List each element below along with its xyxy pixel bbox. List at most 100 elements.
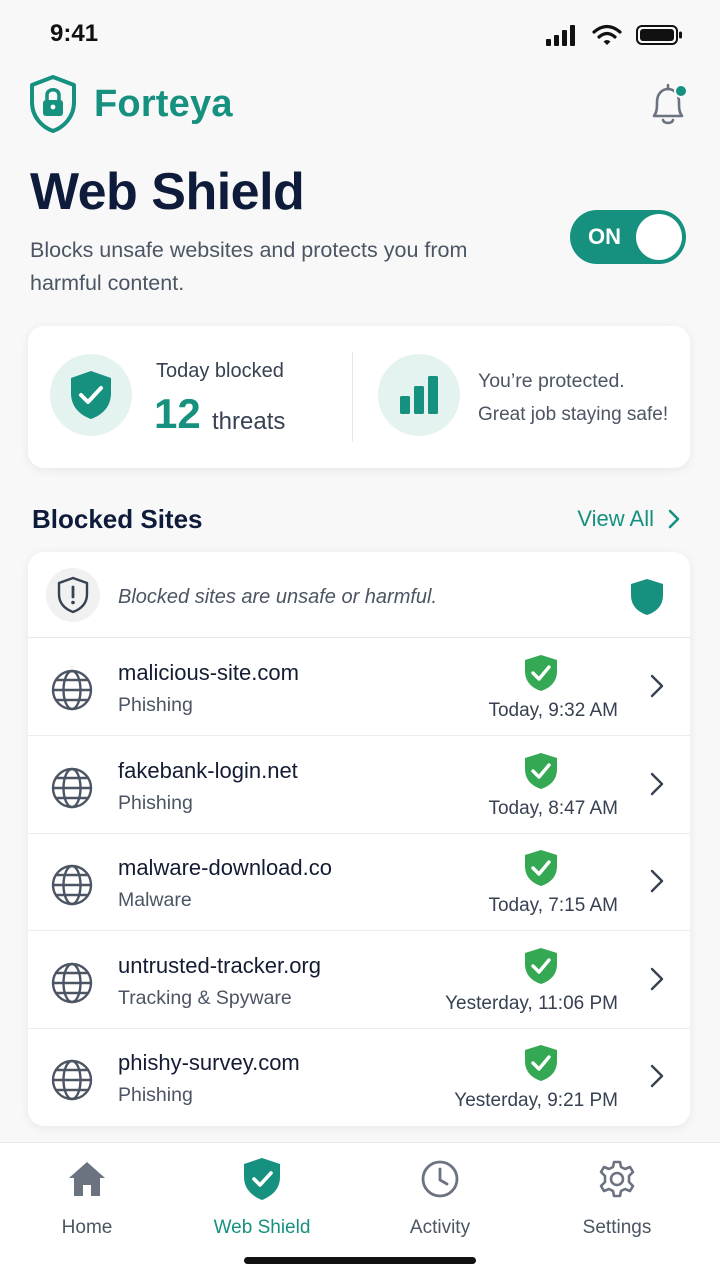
- chevron-right-icon: [650, 772, 664, 795]
- site-domain: untrusted-tracker.org: [118, 952, 321, 978]
- web-shield-toggle[interactable]: ON: [570, 210, 686, 264]
- globe-badge: [50, 1058, 94, 1107]
- site-category: Tracking & Spyware: [118, 986, 292, 1009]
- site-category: Phishing: [118, 1084, 193, 1107]
- nav-web-shield[interactable]: Web Shield: [182, 1157, 342, 1239]
- chevron-right-icon: [668, 509, 680, 529]
- blocked-info-row: Blocked sites are unsafe or harmful.: [28, 552, 690, 638]
- app-header: Forteya: [28, 74, 692, 140]
- view-all-label: View All: [577, 506, 654, 531]
- shield-lock-icon: [30, 75, 76, 133]
- blocked-stat-badge: [50, 354, 132, 436]
- brand: Forteya: [28, 74, 233, 134]
- chevron-right-icon: [650, 1065, 664, 1088]
- status-bar: 9:41: [0, 0, 720, 70]
- site-category: Phishing: [118, 694, 193, 716]
- blocked-site-row[interactable]: phishy-survey.com Phishing Yesterday, 9:21…: [28, 1028, 690, 1126]
- home-indicator: [244, 1257, 476, 1264]
- globe-icon: [51, 767, 93, 808]
- site-category: Malware: [118, 889, 192, 912]
- app-name: Forteya: [94, 82, 233, 125]
- row-chevron: [650, 772, 664, 801]
- shield-check-icon: [525, 947, 557, 984]
- row-chevron: [650, 967, 664, 996]
- info-badge: [46, 568, 100, 622]
- nav-web-shield-label: Web Shield: [213, 1217, 311, 1238]
- blocked-site-row[interactable]: fakebank-login.net Phishing Today, 8:47 AM: [28, 736, 690, 834]
- page-title: Web Shield: [30, 163, 305, 221]
- blocked-info-text: Blocked sites are unsafe or harmful.: [118, 586, 438, 608]
- blocked-site-row[interactable]: malware-download.co Malware Today, 7:15 AM: [28, 833, 690, 932]
- globe-icon: [51, 669, 93, 711]
- status-icons: [546, 24, 684, 46]
- wifi-icon: [592, 24, 622, 45]
- blocked-status: [524, 1044, 558, 1087]
- stats-card: Today blocked 12 threats You’re protecte…: [28, 326, 690, 468]
- gear-icon: [599, 1160, 635, 1198]
- nav-settings[interactable]: Settings: [537, 1157, 697, 1239]
- chevron-right-icon: [650, 674, 664, 698]
- nav-activity[interactable]: Activity: [360, 1157, 520, 1239]
- page-description: Blocks unsafe websites and protects you …: [30, 238, 468, 295]
- chevron-right-icon: [650, 869, 664, 893]
- blocked-time: Today, 7:15 AM: [488, 895, 618, 917]
- globe-badge: [50, 961, 94, 1010]
- blocked-status: [524, 654, 558, 697]
- toggle-label: ON: [588, 224, 621, 249]
- globe-icon: [51, 1060, 93, 1101]
- shield-check-icon: [244, 1158, 280, 1200]
- shield-check-icon: [525, 655, 557, 691]
- nav-home-label: Home: [61, 1217, 113, 1238]
- shield-check-icon: [525, 752, 557, 789]
- blocked-time: Yesterday, 11:06 PM: [445, 992, 618, 1014]
- protection-stat-badge: [378, 354, 460, 436]
- blocked-sites-list: Blocked sites are unsafe or harmful. mal…: [28, 552, 690, 1126]
- chevron-right-icon: [650, 967, 664, 990]
- shield-check-icon: [71, 371, 111, 419]
- protected-status: You’re protected.: [478, 370, 625, 392]
- blocked-label: Today blocked: [156, 360, 284, 382]
- blocked-time: Today, 9:32 AM: [488, 700, 618, 721]
- site-category: Phishing: [118, 791, 193, 814]
- shield-check-icon: [525, 850, 557, 887]
- protected-message: Great job staying safe!: [478, 404, 669, 425]
- signal-icon: [546, 25, 575, 46]
- view-all-link[interactable]: View All: [577, 506, 680, 532]
- site-domain: fakebank-login.net: [118, 757, 298, 783]
- globe-badge: [50, 668, 94, 717]
- toggle-knob: [636, 214, 682, 260]
- row-chevron: [650, 869, 664, 898]
- bell-icon: [652, 83, 688, 125]
- nav-home[interactable]: Home: [7, 1157, 167, 1239]
- battery-icon: [636, 25, 682, 45]
- globe-icon: [51, 864, 93, 906]
- blocked-site-row[interactable]: untrusted-tracker.org Tracking & Spyware Y…: [28, 931, 690, 1029]
- globe-badge: [50, 766, 94, 815]
- blocked-status: [524, 849, 558, 892]
- status-time: 9:41: [50, 20, 99, 47]
- stats-divider: [352, 352, 353, 442]
- blocked-count: 12: [154, 390, 201, 437]
- blocked-site-row[interactable]: malicious-site.com Phishing Today, 9:32 AM: [28, 638, 690, 736]
- site-domain: malicious-site.com: [118, 660, 299, 685]
- row-chevron: [650, 674, 664, 703]
- shield-icon: [631, 579, 663, 615]
- globe-icon: [51, 962, 93, 1003]
- blocked-unit: threats: [212, 408, 286, 435]
- home-icon: [69, 1162, 105, 1196]
- notification-button[interactable]: [646, 80, 690, 130]
- nav-activity-label: Activity: [409, 1217, 471, 1238]
- site-domain: phishy-survey.com: [118, 1050, 300, 1076]
- blocked-time: Today, 8:47 AM: [488, 797, 618, 819]
- bar-chart-icon: [400, 376, 438, 414]
- nav-settings-label: Settings: [582, 1217, 652, 1238]
- shield-check-icon: [525, 1045, 557, 1082]
- blocked-status: [524, 752, 558, 795]
- row-chevron: [650, 1064, 664, 1093]
- blocked-time: Yesterday, 9:21 PM: [454, 1090, 618, 1112]
- site-domain: malware-download.co: [118, 855, 332, 881]
- globe-badge: [50, 863, 94, 912]
- blocked-status: [524, 947, 558, 990]
- shield-alert-icon: [57, 576, 89, 614]
- blocked-sites-title: Blocked Sites: [32, 504, 203, 534]
